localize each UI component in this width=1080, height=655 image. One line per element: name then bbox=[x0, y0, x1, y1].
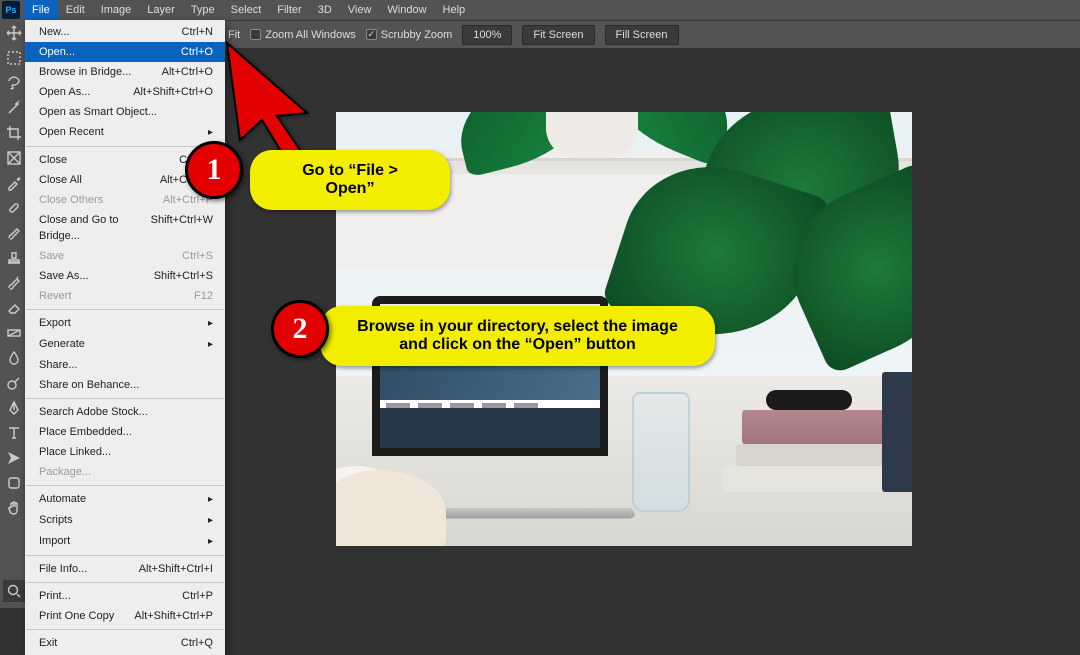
wand-tool-icon[interactable] bbox=[3, 97, 25, 119]
hand-tool-icon[interactable] bbox=[3, 497, 25, 519]
tools-panel bbox=[0, 20, 28, 608]
brush-tool-icon[interactable] bbox=[3, 222, 25, 244]
path-tool-icon[interactable] bbox=[3, 447, 25, 469]
file-menu-save-as[interactable]: Save As...Shift+Ctrl+S bbox=[25, 266, 225, 286]
lasso-tool-icon[interactable] bbox=[3, 72, 25, 94]
menu-help[interactable]: Help bbox=[435, 0, 474, 20]
file-menu-place-embedded[interactable]: Place Embedded... bbox=[25, 422, 225, 442]
file-menu-exit[interactable]: ExitCtrl+Q bbox=[25, 633, 225, 653]
move-tool-icon[interactable] bbox=[3, 22, 25, 44]
file-menu-share-on-behance[interactable]: Share on Behance... bbox=[25, 375, 225, 395]
photoshop-icon: Ps bbox=[2, 1, 20, 19]
menu-type[interactable]: Type bbox=[183, 0, 223, 20]
eraser-tool-icon[interactable] bbox=[3, 297, 25, 319]
file-menu-dropdown: New...Ctrl+NOpen...Ctrl+OBrowse in Bridg… bbox=[25, 20, 225, 655]
frame-tool-icon[interactable] bbox=[3, 147, 25, 169]
menu-select[interactable]: Select bbox=[223, 0, 270, 20]
file-menu-save: SaveCtrl+S bbox=[25, 246, 225, 266]
file-menu-scripts[interactable]: Scripts bbox=[25, 510, 225, 531]
step-1-callout: Go to “File > Open” bbox=[250, 150, 450, 210]
step-1-badge: 1 bbox=[185, 141, 243, 199]
menu-window[interactable]: Window bbox=[379, 0, 434, 20]
crop-tool-icon[interactable] bbox=[3, 122, 25, 144]
file-menu-import[interactable]: Import bbox=[25, 531, 225, 552]
menu-edit[interactable]: Edit bbox=[58, 0, 93, 20]
file-menu-open-recent[interactable]: Open Recent bbox=[25, 122, 225, 143]
shape-tool-icon[interactable] bbox=[3, 472, 25, 494]
gradient-tool-icon[interactable] bbox=[3, 322, 25, 344]
file-menu-open[interactable]: Open...Ctrl+O bbox=[25, 42, 225, 62]
history-brush-icon[interactable] bbox=[3, 272, 25, 294]
heal-tool-icon[interactable] bbox=[3, 197, 25, 219]
file-menu-print-one-copy[interactable]: Print One CopyAlt+Shift+Ctrl+P bbox=[25, 606, 225, 626]
file-menu-file-info[interactable]: File Info...Alt+Shift+Ctrl+I bbox=[25, 559, 225, 579]
file-menu-place-linked[interactable]: Place Linked... bbox=[25, 442, 225, 462]
marquee-tool-icon[interactable] bbox=[3, 47, 25, 69]
menubar: Ps FileEditImageLayerTypeSelectFilter3DV… bbox=[0, 0, 1080, 20]
file-menu-revert: RevertF12 bbox=[25, 286, 225, 306]
file-menu-export[interactable]: Export bbox=[25, 313, 225, 334]
menu-view[interactable]: View bbox=[340, 0, 380, 20]
file-menu-open-as[interactable]: Open As...Alt+Shift+Ctrl+O bbox=[25, 82, 225, 102]
fit-screen-button[interactable]: Fit Screen bbox=[522, 25, 594, 45]
blur-tool-icon[interactable] bbox=[3, 347, 25, 369]
file-menu-print[interactable]: Print...Ctrl+P bbox=[25, 586, 225, 606]
menu-file[interactable]: File bbox=[24, 0, 58, 20]
file-menu-share[interactable]: Share... bbox=[25, 355, 225, 375]
fill-screen-button[interactable]: Fill Screen bbox=[605, 25, 679, 45]
file-menu-new[interactable]: New...Ctrl+N bbox=[25, 22, 225, 42]
scrubby-zoom-checkbox[interactable]: ✓Scrubby Zoom bbox=[366, 29, 453, 41]
file-menu-close-and-go-to-bridge[interactable]: Close and Go to Bridge...Shift+Ctrl+W bbox=[25, 210, 225, 246]
zoom-tool-icon[interactable] bbox=[3, 580, 25, 602]
file-menu-search-adobe-stock[interactable]: Search Adobe Stock... bbox=[25, 402, 225, 422]
file-menu-browse-in-bridge[interactable]: Browse in Bridge...Alt+Ctrl+O bbox=[25, 62, 225, 82]
menu-layer[interactable]: Layer bbox=[139, 0, 183, 20]
file-menu-open-as-smart-object[interactable]: Open as Smart Object... bbox=[25, 102, 225, 122]
file-menu-automate[interactable]: Automate bbox=[25, 489, 225, 510]
pen-tool-icon[interactable] bbox=[3, 397, 25, 419]
step-2-callout: Browse in your directory, select the ima… bbox=[320, 306, 715, 366]
file-menu-close-others: Close OthersAlt+Ctrl+P bbox=[25, 190, 225, 210]
file-menu-package: Package... bbox=[25, 462, 225, 482]
annotation-arrow bbox=[222, 38, 322, 163]
dodge-tool-icon[interactable] bbox=[3, 372, 25, 394]
file-menu-generate[interactable]: Generate bbox=[25, 334, 225, 355]
menu-image[interactable]: Image bbox=[93, 0, 140, 20]
type-tool-icon[interactable] bbox=[3, 422, 25, 444]
stamp-tool-icon[interactable] bbox=[3, 247, 25, 269]
step-2-badge: 2 bbox=[271, 300, 329, 358]
menu-3d[interactable]: 3D bbox=[310, 0, 340, 20]
zoom-value[interactable]: 100% bbox=[462, 25, 512, 45]
menu-filter[interactable]: Filter bbox=[269, 0, 309, 20]
eyedropper-tool-icon[interactable] bbox=[3, 172, 25, 194]
